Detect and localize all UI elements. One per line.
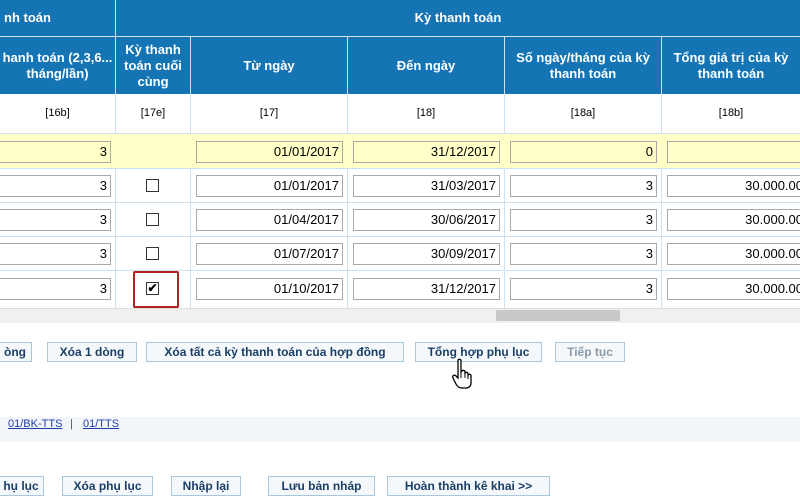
frequency-input[interactable]: 3 — [0, 141, 111, 163]
frequency-input[interactable]: 3 — [0, 175, 111, 197]
code-17e: [17e] — [140, 107, 166, 119]
continue-button[interactable]: Tiếp tục — [555, 342, 625, 362]
hand-cursor-icon — [451, 358, 475, 390]
summarize-appendix-button[interactable]: Tổng hợp phụ lục — [415, 342, 542, 362]
save-draft-button[interactable]: Lưu bản nháp — [268, 476, 375, 496]
code-18b: [18b] — [718, 107, 744, 119]
links-band — [0, 417, 800, 442]
total-input[interactable] — [667, 141, 800, 163]
code-18: [18] — [416, 107, 436, 119]
total-input[interactable]: 30.000.00 — [667, 175, 800, 197]
from-date-input[interactable]: 01/07/2017 — [196, 243, 343, 265]
code-18a: [18a] — [570, 107, 596, 119]
col-header-from-date: Từ ngày — [191, 37, 347, 94]
total-input[interactable]: 30.000.00 — [667, 278, 800, 300]
col-header-total: Tổng giá trị của kỳ thanh toán — [662, 37, 800, 94]
days-input[interactable]: 0 — [510, 141, 657, 163]
col-header-to-date: Đến ngày — [348, 37, 504, 94]
grid-line — [0, 236, 800, 237]
total-input[interactable]: 30.000.00 — [667, 243, 800, 265]
from-date-input[interactable]: 01/01/2017 — [196, 175, 343, 197]
to-date-input[interactable]: 31/03/2017 — [353, 175, 500, 197]
finish-declaration-button[interactable]: Hoàn thành kê khai >> — [387, 476, 550, 496]
delete-appendix-button[interactable]: Xóa phụ lục — [62, 476, 153, 496]
scrollbar-thumb[interactable] — [496, 310, 620, 321]
from-date-input[interactable]: 01/04/2017 — [196, 209, 343, 231]
total-input[interactable]: 30.000.00 — [667, 209, 800, 231]
to-date-input[interactable]: 30/06/2017 — [353, 209, 500, 231]
to-date-input[interactable]: 31/12/2017 — [353, 278, 500, 300]
delete-all-periods-button[interactable]: Xóa tất cả kỳ thanh toán của hợp đồng — [146, 342, 404, 362]
days-input[interactable]: 3 — [510, 175, 657, 197]
link-separator: | — [70, 418, 73, 430]
days-input[interactable]: 3 — [510, 278, 657, 300]
from-date-input[interactable]: 01/10/2017 — [196, 278, 343, 300]
delete-row-button[interactable]: Xóa 1 dòng — [47, 342, 137, 362]
days-input[interactable]: 3 — [510, 243, 657, 265]
col-header-frequency: hanh toán (2,3,6... tháng/lần) — [0, 37, 115, 94]
last-period-checkbox-checked[interactable]: ✔ — [146, 282, 159, 295]
link-01-tts[interactable]: 01/TTS — [83, 418, 119, 430]
from-date-input[interactable]: 01/01/2017 — [196, 141, 343, 163]
to-date-input[interactable]: 30/09/2017 — [353, 243, 500, 265]
add-appendix-button[interactable]: hụ lục — [0, 476, 44, 496]
add-row-button[interactable]: òng — [0, 342, 32, 362]
grid-line — [0, 202, 800, 203]
reenter-button[interactable]: Nhập lại — [171, 476, 241, 496]
days-input[interactable]: 3 — [510, 209, 657, 231]
last-period-checkbox[interactable] — [146, 247, 159, 260]
grid-line — [0, 168, 800, 169]
to-date-input[interactable]: 31/12/2017 — [353, 141, 500, 163]
last-period-checkbox[interactable] — [146, 179, 159, 192]
col-header-last-period: Kỳ thanh toán cuối cùng — [116, 37, 190, 94]
horizontal-scrollbar[interactable] — [0, 308, 800, 323]
grid-line — [0, 270, 800, 271]
code-17: [17] — [259, 107, 279, 119]
code-16b: [16b] — [45, 107, 70, 119]
last-period-checkbox[interactable] — [146, 213, 159, 226]
col-header-days: Số ngày/tháng của kỳ thanh toán — [505, 37, 661, 94]
frequency-input[interactable]: 3 — [0, 243, 111, 265]
frequency-input[interactable]: 3 — [0, 209, 111, 231]
header-group-payment-period: Kỳ thanh toán — [116, 0, 800, 36]
frequency-input[interactable]: 3 — [0, 278, 111, 300]
header-group-left: nh toán — [0, 0, 115, 36]
link-01-bk-tts[interactable]: 01/BK-TTS — [8, 418, 62, 430]
